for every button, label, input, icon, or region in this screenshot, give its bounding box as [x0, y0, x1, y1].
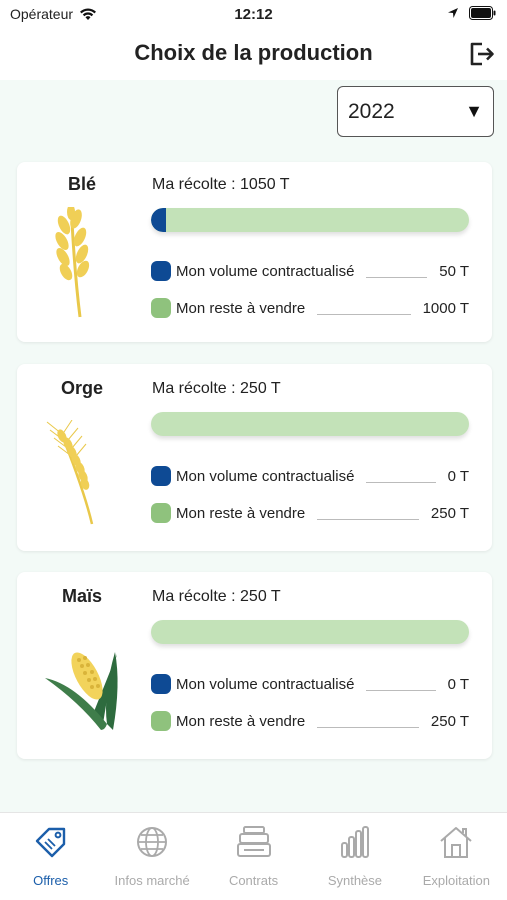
remaining-dot	[151, 298, 171, 318]
harvest-total: Ma récolte : 1050 T	[152, 176, 290, 193]
contract-value: 50 T	[439, 262, 469, 280]
remaining-label: Mon reste à vendre	[176, 299, 306, 317]
logout-icon[interactable]	[467, 40, 495, 68]
tab-label: Offres	[33, 873, 69, 888]
app-header: Choix de la production	[0, 30, 507, 80]
barley-icon	[46, 420, 94, 525]
legend-remaining: Mon reste à vendre 250 T	[151, 502, 469, 524]
contract-label: Mon volume contractualisé	[176, 262, 355, 280]
crop-name: Orge	[60, 378, 103, 398]
progress-bar	[151, 412, 469, 436]
contract-value: 0 T	[447, 467, 469, 485]
tab-label: Infos marché	[114, 873, 190, 888]
tab-bar: Offres Infos marché Contrats Synthèse Ex…	[0, 812, 507, 900]
progress-bar	[151, 620, 469, 644]
leader-line	[366, 277, 428, 278]
year-select-value: 2022	[348, 99, 395, 123]
remaining-label: Mon reste à vendre	[176, 712, 306, 730]
legend-contract: Mon volume contractualisé 0 T	[151, 465, 469, 487]
remaining-value: 1000 T	[422, 299, 469, 317]
remaining-dot	[151, 711, 171, 731]
remaining-label: Mon reste à vendre	[176, 504, 306, 522]
legend-contract: Mon volume contractualisé 0 T	[151, 673, 469, 695]
documents-stack-icon	[236, 826, 271, 857]
contract-label: Mon volume contractualisé	[176, 467, 355, 485]
crop-card-ble[interactable]: Blé Ma récolte : 1050 T Mon volume contr…	[17, 162, 492, 342]
wheat-icon	[55, 207, 90, 318]
remaining-value: 250 T	[430, 712, 469, 730]
crop-card-orge[interactable]: Orge Ma récolte : 250 T Mon volume contr…	[17, 364, 492, 551]
contract-label: Mon volume contractualisé	[176, 675, 355, 693]
dropdown-arrow-icon: ▼	[465, 101, 483, 121]
leader-line	[366, 482, 436, 483]
location-arrow-icon	[448, 8, 458, 18]
globe-icon	[137, 827, 168, 857]
bar-chart-icon	[340, 826, 369, 858]
tab-label: Contrats	[228, 873, 279, 888]
contract-dot	[151, 466, 171, 486]
crop-name: Maïs	[61, 586, 103, 606]
battery-icon	[469, 6, 496, 20]
leader-line	[366, 690, 436, 691]
leader-line	[317, 727, 419, 728]
legend-remaining: Mon reste à vendre 1000 T	[151, 297, 469, 319]
tab-contrats[interactable]: Contrats	[203, 813, 304, 900]
remaining-dot	[151, 503, 171, 523]
corn-icon	[45, 652, 118, 730]
leader-line	[317, 314, 411, 315]
crop-card-mais[interactable]: Maïs Ma récolte : 250 T Mon volume contr…	[17, 572, 492, 759]
legend-contract: Mon volume contractualisé 50 T	[151, 260, 469, 282]
clock: 12:12	[234, 6, 273, 23]
tab-exploitation[interactable]: Exploitation	[406, 813, 507, 900]
legend-remaining: Mon reste à vendre 250 T	[151, 710, 469, 732]
year-select[interactable]: 2022 ▼	[337, 86, 494, 137]
progress-fill	[151, 208, 167, 232]
remaining-value: 250 T	[430, 504, 469, 522]
tab-infos-marche[interactable]: Infos marché	[101, 813, 202, 900]
leader-line	[317, 519, 419, 520]
tab-label: Exploitation	[422, 873, 490, 888]
tab-label: Synthèse	[327, 873, 383, 888]
crop-name: Blé	[67, 174, 96, 194]
farm-house-icon	[440, 827, 472, 858]
tab-offres[interactable]: Offres	[0, 813, 101, 900]
page-title: Choix de la production	[134, 40, 373, 65]
progress-bar	[151, 208, 469, 232]
tab-synthese[interactable]: Synthèse	[304, 813, 405, 900]
tag-icon	[35, 827, 65, 858]
harvest-total: Ma récolte : 250 T	[152, 588, 281, 605]
status-bar: Opérateur 12:12	[0, 0, 507, 30]
contract-dot	[151, 674, 171, 694]
contract-dot	[151, 261, 171, 281]
contract-value: 0 T	[447, 675, 469, 693]
harvest-total: Ma récolte : 250 T	[152, 380, 281, 397]
